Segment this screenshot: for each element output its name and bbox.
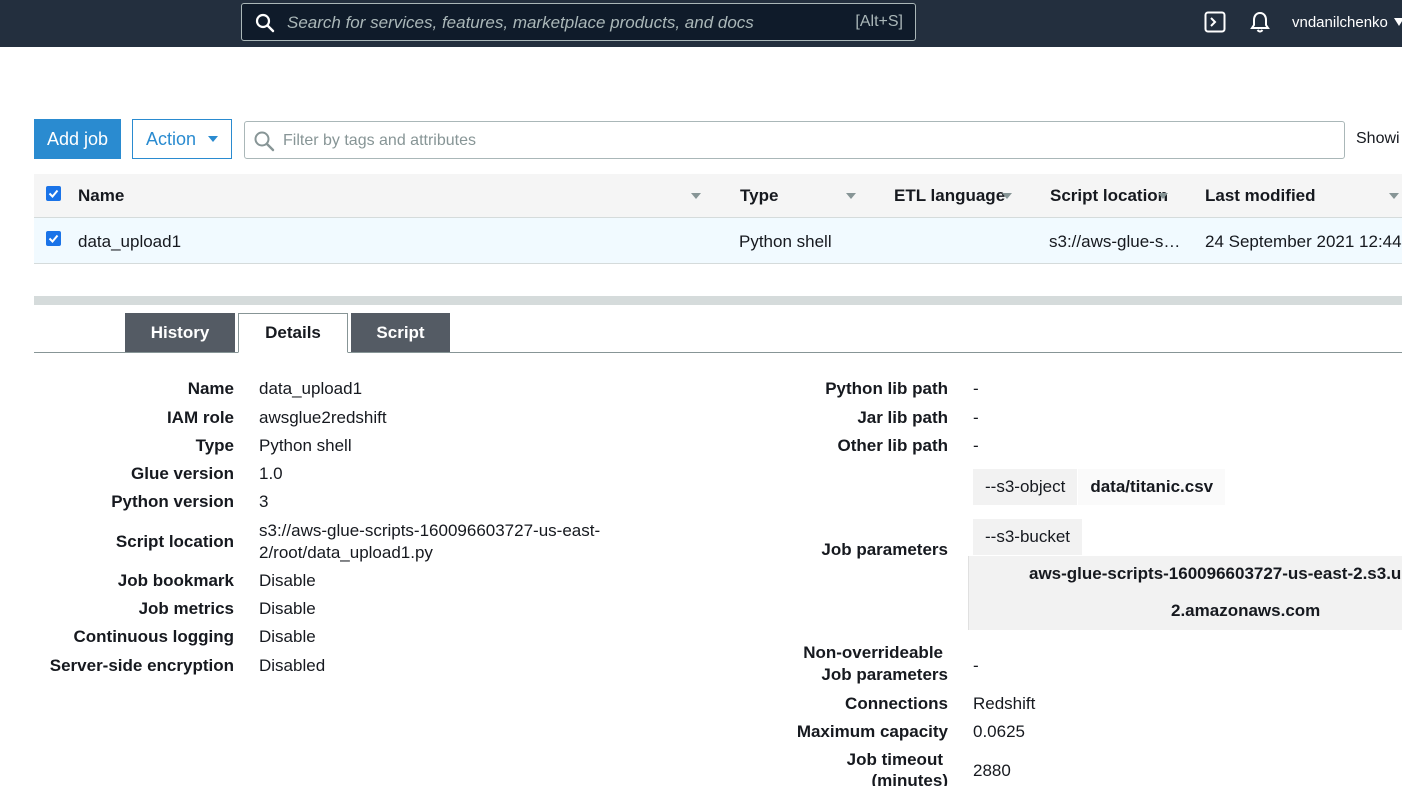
tab-script[interactable]: Script	[351, 313, 450, 352]
select-all-checkbox[interactable]	[46, 186, 61, 201]
clipped-description-text	[0, 47, 1402, 53]
row-job-name[interactable]: data_upload1	[78, 232, 181, 252]
detail-label-job-parameters: Job parameters	[821, 540, 948, 559]
sort-caret-icon[interactable]	[1158, 193, 1168, 199]
detail-label-jar-lib-path: Jar lib path	[857, 408, 948, 427]
table-row[interactable]: data_upload1 Python shell s3://aws-glue-…	[34, 218, 1402, 264]
param-key-s3-object: --s3-object	[973, 469, 1079, 505]
search-placeholder: Search for services, features, marketpla…	[287, 13, 754, 32]
checkmark-icon	[48, 189, 59, 198]
detail-value-type: Python shell	[259, 436, 352, 455]
detail-value-maximum-capacity: 0.0625	[973, 722, 1025, 741]
detail-label-python-version: Python version	[111, 492, 234, 511]
detail-value-name: data_upload1	[259, 379, 363, 398]
sort-caret-icon[interactable]	[1002, 193, 1012, 199]
detail-value-script-location-line2: 2/root/data_upload1.py	[259, 543, 433, 562]
action-label: Action	[146, 128, 197, 149]
detail-value-job-bookmark: Disable	[259, 571, 316, 590]
detail-value-job-metrics: Disable	[259, 599, 316, 618]
column-header-etl-language[interactable]: ETL language	[894, 186, 1005, 206]
detail-label-server-side-encryption: Server-side encryption	[49, 656, 234, 675]
row-job-type: Python shell	[739, 232, 832, 251]
detail-label-job-timeout-line2: (minutes)	[871, 771, 949, 786]
param-value-s3-bucket-line2: 2.amazonaws.com	[1171, 601, 1321, 620]
search-icon	[254, 131, 275, 152]
detail-value-script-location-line1: s3://aws-glue-scripts-160096603727-us-ea…	[259, 521, 601, 540]
detail-value-iam-role: awsglue2redshift	[259, 408, 387, 427]
detail-value-server-side-encryption: Disabled	[259, 656, 326, 675]
sort-caret-icon[interactable]	[691, 193, 701, 199]
detail-value-glue-version: 1.0	[259, 464, 283, 483]
row-script-location: s3://aws-glue-s…	[1049, 232, 1181, 251]
detail-value-continuous-logging: Disable	[259, 627, 316, 646]
checkmark-icon	[48, 234, 59, 243]
detail-label-maximum-capacity: Maximum capacity	[796, 722, 948, 741]
column-header-script-location[interactable]: Script location	[1050, 186, 1168, 206]
search-icon	[255, 13, 275, 33]
sort-caret-icon[interactable]	[1389, 193, 1399, 199]
filter-placeholder: Filter by tags and attributes	[283, 132, 476, 149]
param-value-s3-bucket-line1: aws-glue-scripts-160096603727-us-east-2.…	[1029, 564, 1402, 583]
showing-count-label: Showi	[1356, 130, 1400, 147]
detail-label-job-bookmark: Job bookmark	[117, 571, 234, 590]
top-navigation-bar: Search for services, features, marketpla…	[0, 0, 1402, 47]
search-shortcut-hint: [Alt+S]	[855, 13, 903, 30]
detail-value-connections: Redshift	[973, 694, 1036, 713]
account-username[interactable]: vndanilchenko	[1292, 14, 1388, 31]
global-search-box[interactable]: Search for services, features, marketpla…	[241, 3, 916, 41]
detail-label-python-lib-path: Python lib path	[825, 379, 948, 398]
detail-label-type: Type	[195, 436, 234, 455]
add-job-button[interactable]: Add job	[34, 119, 121, 159]
detail-value-job-timeout: 2880	[973, 761, 1011, 780]
detail-label-glue-version: Glue version	[131, 464, 234, 483]
row-checkbox[interactable]	[46, 231, 61, 246]
column-header-type[interactable]: Type	[740, 186, 778, 206]
detail-label-non-overrideable-line2: Job parameters	[821, 665, 948, 684]
detail-value-python-version: 3	[259, 492, 269, 511]
detail-label-iam-role: IAM role	[166, 408, 234, 427]
detail-label-job-metrics: Job metrics	[138, 599, 234, 618]
column-header-name[interactable]: Name	[78, 186, 124, 206]
detail-label-non-overrideable-line1: Non-overrideable	[803, 643, 943, 662]
cloudshell-icon[interactable]	[1204, 11, 1226, 33]
column-header-last-modified[interactable]: Last modified	[1205, 186, 1316, 206]
detail-label-connections: Connections	[845, 694, 948, 713]
tab-details[interactable]: Details	[238, 313, 348, 353]
detail-value-non-overrideable: -	[973, 656, 979, 675]
detail-label-name: Name	[187, 379, 234, 398]
notifications-bell-icon[interactable]	[1249, 10, 1271, 34]
param-key-s3-bucket: --s3-bucket	[973, 519, 1084, 555]
jobs-table-header: Name Type ETL language Script location L…	[34, 174, 1402, 218]
filter-input[interactable]: Filter by tags and attributes	[244, 121, 1345, 159]
sort-caret-icon[interactable]	[846, 193, 856, 199]
detail-label-other-lib-path: Other lib path	[837, 436, 949, 455]
job-parameter-s3-object: --s3-object data/titanic.csv	[973, 469, 1226, 505]
param-value-s3-bucket: aws-glue-scripts-160096603727-us-east-2.…	[968, 556, 1402, 630]
param-value-s3-object: data/titanic.csv	[1078, 469, 1226, 505]
action-dropdown-button[interactable]: Action	[132, 119, 232, 159]
split-pane-divider[interactable]	[34, 296, 1402, 305]
detail-label-continuous-logging: Continuous logging	[73, 627, 234, 646]
job-parameter-s3-bucket: --s3-bucket	[973, 519, 1084, 555]
row-last-modified: 24 September 2021 12:44	[1205, 232, 1402, 251]
tab-history[interactable]: History	[125, 313, 235, 352]
detail-value-jar-lib-path: -	[973, 408, 979, 427]
account-caret-down-icon[interactable]	[1394, 18, 1402, 26]
detail-label-job-timeout-line1: Job timeout	[846, 750, 943, 769]
detail-label-script-location: Script location	[115, 532, 234, 551]
detail-value-other-lib-path: -	[973, 436, 979, 455]
chevron-down-icon	[208, 136, 219, 142]
detail-value-python-lib-path: -	[973, 379, 979, 398]
